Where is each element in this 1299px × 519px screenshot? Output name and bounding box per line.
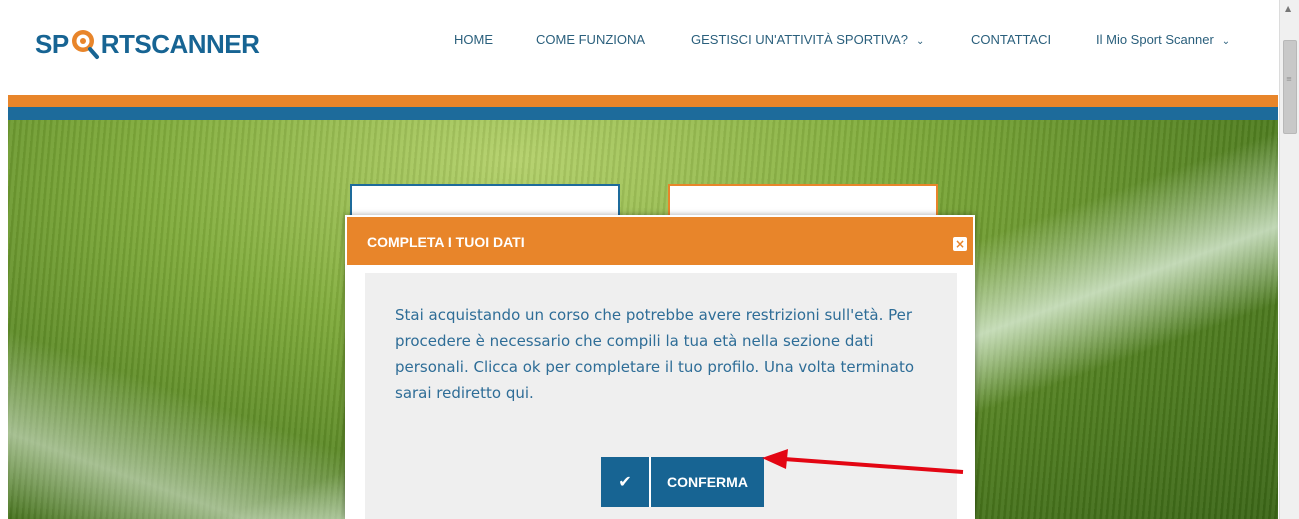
dialog-body: Stai acquistando un corso che potrebbe a… [365,273,957,519]
header-blue-stripe [8,107,1278,120]
red-arrow-annotation [762,449,964,474]
confirm-button[interactable]: ✔ CONFERMA [601,457,764,507]
dialog-message: Stai acquistando un corso che potrebbe a… [395,306,915,402]
dialog-title: COMPLETA I TUOI DATI [367,234,525,250]
scrollbar-thumb[interactable] [1283,40,1297,134]
page-scrollbar[interactable]: ▲ ≡ [1279,0,1299,519]
nav-mio-sport-scanner[interactable]: Il Mio Sport Scanner ⌄ [1096,32,1230,47]
dialog-header: COMPLETA I TUOI DATI × [347,217,973,265]
scroll-up-icon[interactable]: ▲ [1285,4,1291,13]
close-icon[interactable]: × [953,237,967,251]
scrollbar-grip-icon: ≡ [1286,75,1292,83]
main-nav: HOME COME FUNZIONA GESTISCI UN'ATTIVITÀ … [0,32,1280,52]
chevron-down-icon: ⌄ [1221,36,1231,47]
check-icon: ✔ [601,457,651,507]
nav-gestisci[interactable]: GESTISCI UN'ATTIVITÀ SPORTIVA? ⌄ [691,32,924,47]
confirm-button-label: CONFERMA [667,474,748,490]
nav-come-funziona[interactable]: COME FUNZIONA [536,32,645,47]
nav-gestisci-label: GESTISCI UN'ATTIVITÀ SPORTIVA? [691,32,909,47]
chevron-down-icon: ⌄ [916,36,925,47]
site-header: SP RTSCANNER HOME COME FUNZIONA GESTISCI… [0,0,1280,95]
header-orange-stripe [8,95,1278,107]
nav-home[interactable]: HOME [454,32,493,47]
nav-contattaci[interactable]: CONTATTACI [971,32,1051,47]
nav-mio-sport-scanner-label: Il Mio Sport Scanner [1096,32,1214,47]
